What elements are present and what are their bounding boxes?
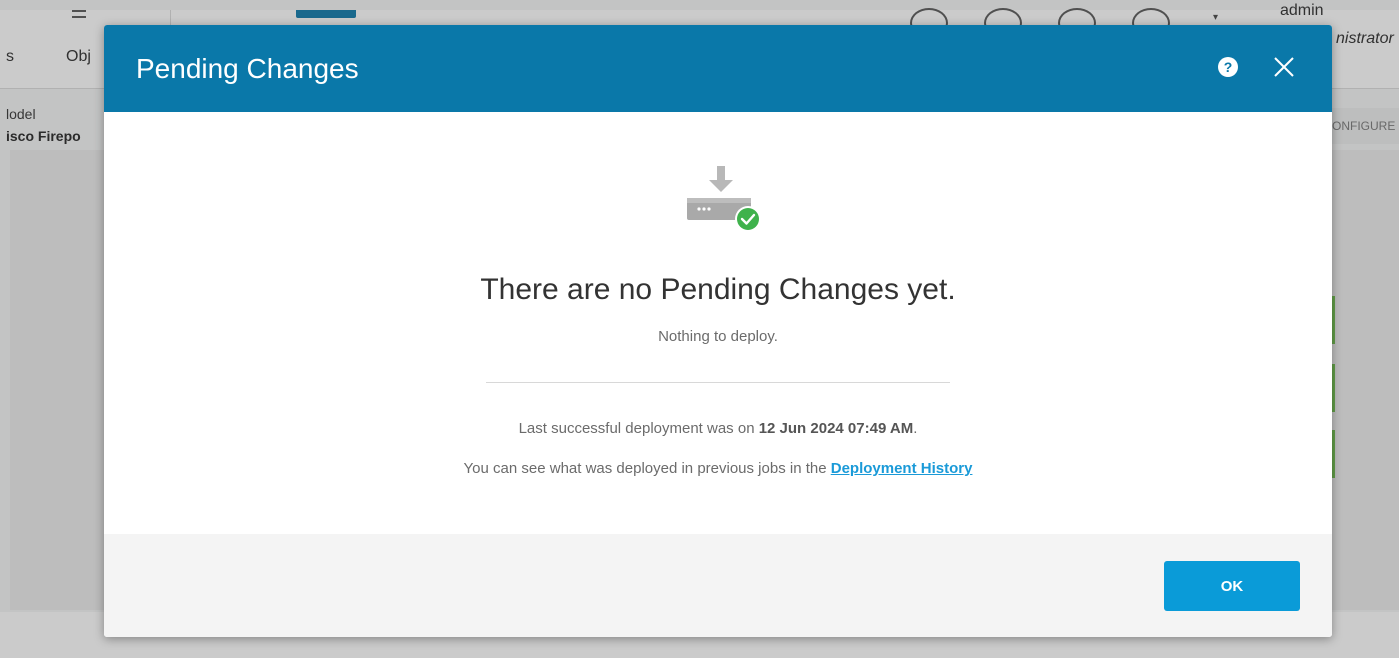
deployment-history-text: You can see what was deployed in previou… xyxy=(104,460,1332,477)
dialog-body: There are no Pending Changes yet. Nothin… xyxy=(104,112,1332,534)
pending-changes-dialog: Pending Changes ? There are no Pending C… xyxy=(104,25,1332,637)
dialog-header: Pending Changes ? xyxy=(104,25,1332,112)
help-icon[interactable]: ? xyxy=(1218,57,1238,77)
last-deployment-prefix: Last successful deployment was on xyxy=(518,420,759,437)
empty-state-title: There are no Pending Changes yet. xyxy=(480,273,956,306)
empty-state-subtitle: Nothing to deploy. xyxy=(658,328,778,345)
close-icon[interactable] xyxy=(1270,53,1298,81)
deployment-history-link[interactable]: Deployment History xyxy=(831,460,973,477)
last-deployment-text: Last successful deployment was on 12 Jun… xyxy=(104,420,1332,437)
dialog-title: Pending Changes xyxy=(136,53,359,84)
section-divider xyxy=(486,382,950,383)
deploy-device-check-icon xyxy=(681,162,761,242)
history-prefix: You can see what was deployed in previou… xyxy=(463,460,831,477)
ok-button[interactable]: OK xyxy=(1164,561,1300,611)
last-deployment-suffix: . xyxy=(913,420,918,437)
dialog-footer: OK xyxy=(104,534,1332,637)
last-deployment-date: 12 Jun 2024 07:49 AM xyxy=(758,420,914,437)
